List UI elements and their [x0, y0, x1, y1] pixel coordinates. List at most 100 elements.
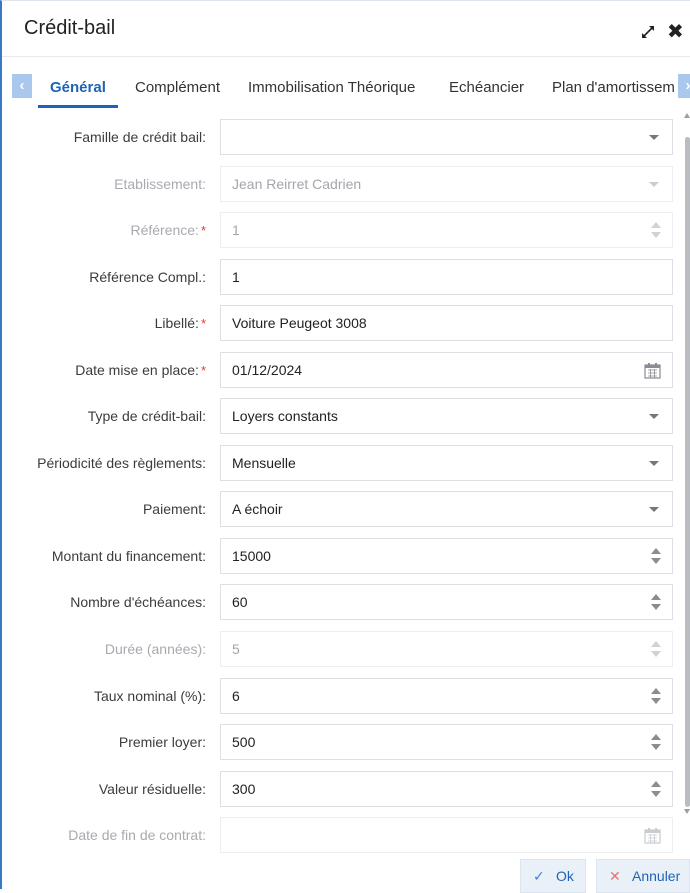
- row-etablissement: Etablissement: Jean Reirret Cadrien: [2, 166, 682, 202]
- row-reference: Référence: * 1: [2, 212, 682, 248]
- tab-plan-amortissement[interactable]: Plan d'amortissem: [552, 79, 675, 96]
- spinner-icon[interactable]: [650, 733, 662, 753]
- date-fin-field: [220, 817, 673, 853]
- tab-bar: ‹ Général Complément Immobilisation Théo…: [2, 57, 690, 108]
- cancel-button[interactable]: ✕ Annuler: [596, 859, 690, 893]
- required-marker: *: [200, 363, 206, 378]
- montant-field[interactable]: 15000: [220, 538, 673, 574]
- chevron-down-icon: [649, 182, 659, 187]
- row-famille: Famille de crédit bail:: [2, 119, 682, 155]
- spinner-icon[interactable]: [650, 687, 662, 707]
- montant-label: Montant du financement:: [51, 548, 206, 564]
- valeur-residuelle-field[interactable]: 300: [220, 771, 673, 807]
- tab-general[interactable]: Général: [50, 79, 106, 96]
- valeur-residuelle-label: Valeur résiduelle:: [98, 781, 206, 797]
- paiement-value: A échoir: [232, 501, 283, 517]
- required-marker: *: [200, 223, 206, 238]
- tab-echeancier[interactable]: Echéancier: [449, 79, 524, 96]
- taux-label: Taux nominal (%):: [93, 688, 206, 704]
- premier-loyer-field[interactable]: 500: [220, 724, 673, 760]
- reference-value: 1: [232, 222, 240, 238]
- spinner-icon[interactable]: [650, 547, 662, 567]
- premier-loyer-label: Premier loyer:: [118, 734, 206, 750]
- date-mise-en-place-value: 01/12/2024: [232, 362, 303, 378]
- row-paiement: Paiement: A échoir: [2, 491, 682, 527]
- reference-compl-value: 1: [232, 269, 240, 285]
- ok-button[interactable]: ✓ Ok: [520, 859, 586, 893]
- dialog-title: Crédit-bail: [24, 17, 116, 39]
- etablissement-label: Etablissement:: [114, 176, 206, 192]
- row-periodicite: Périodicité des règlements: Mensuelle: [2, 445, 682, 481]
- duree-value: 5: [232, 641, 240, 657]
- libelle-field[interactable]: Voiture Peugeot 3008: [220, 305, 673, 341]
- chevron-down-icon[interactable]: [649, 461, 659, 466]
- libelle-label-text: Libellé:: [154, 315, 199, 331]
- type-credit-bail-select[interactable]: Loyers constants: [220, 398, 673, 434]
- row-date-fin: Date de fin de contrat:: [2, 817, 682, 853]
- spinner-icon: [650, 640, 662, 660]
- row-valeur-residuelle: Valeur résiduelle: 300: [2, 771, 682, 807]
- tab-immobilisation-theorique[interactable]: Immobilisation Théorique: [248, 79, 415, 96]
- spinner-icon[interactable]: [650, 780, 662, 800]
- scroll-down-icon[interactable]: [684, 809, 690, 814]
- general-form: Famille de crédit bail: Etablissement: J…: [2, 107, 690, 857]
- nombre-echeances-label: Nombre d'échéances:: [70, 594, 206, 610]
- date-fin-label: Date de fin de contrat:: [68, 827, 206, 843]
- calendar-icon[interactable]: [644, 362, 661, 379]
- nombre-echeances-value: 60: [232, 594, 248, 610]
- libelle-label: Libellé: *: [155, 305, 206, 341]
- libelle-value: Voiture Peugeot 3008: [232, 315, 367, 331]
- etablissement-select: Jean Reirret Cadrien: [220, 166, 673, 202]
- scroll-up-icon[interactable]: [684, 113, 690, 118]
- tab-scroll-left-icon[interactable]: ‹: [12, 74, 32, 98]
- form-scrollbar[interactable]: [683, 113, 690, 853]
- taux-value: 6: [232, 688, 240, 704]
- date-mise-en-place-label: Date mise en place: *: [75, 352, 206, 388]
- taux-field[interactable]: 6: [220, 678, 673, 714]
- close-icon[interactable]: ✖: [667, 22, 684, 42]
- famille-select[interactable]: [220, 119, 673, 155]
- montant-value: 15000: [232, 548, 271, 564]
- dialog-footer: ✓ Ok ✕ Annuler: [2, 857, 690, 893]
- spinner-icon[interactable]: [650, 593, 662, 613]
- duree-field: 5: [220, 631, 673, 667]
- row-libelle: Libellé: * Voiture Peugeot 3008: [2, 305, 682, 341]
- required-marker: *: [200, 316, 206, 331]
- chevron-down-icon[interactable]: [649, 507, 659, 512]
- expand-icon[interactable]: [640, 24, 656, 40]
- close-icon: ✕: [609, 868, 621, 884]
- valeur-residuelle-value: 300: [232, 781, 256, 797]
- reference-compl-field[interactable]: 1: [220, 259, 673, 295]
- row-type-credit-bail: Type de crédit-bail: Loyers constants: [2, 398, 682, 434]
- row-nombre-echeances: Nombre d'échéances: 60: [2, 584, 682, 620]
- type-credit-bail-value: Loyers constants: [232, 408, 338, 424]
- row-duree: Durée (années): 5: [2, 631, 682, 667]
- paiement-label: Paiement:: [142, 501, 206, 517]
- tab-scroll-right-icon[interactable]: ›: [678, 74, 690, 98]
- premier-loyer-value: 500: [232, 734, 256, 750]
- type-credit-bail-label: Type de crédit-bail:: [87, 408, 206, 424]
- tab-complement[interactable]: Complément: [135, 79, 220, 96]
- row-premier-loyer: Premier loyer: 500: [2, 724, 682, 760]
- reference-label: Référence: *: [130, 212, 206, 248]
- paiement-select[interactable]: A échoir: [220, 491, 673, 527]
- check-icon: ✓: [533, 868, 545, 884]
- chevron-down-icon[interactable]: [649, 414, 659, 419]
- reference-compl-label: Référence Compl.:: [89, 269, 206, 285]
- nombre-echeances-field[interactable]: 60: [220, 584, 673, 620]
- reference-label-text: Référence:: [130, 222, 199, 238]
- spinner-icon: [650, 221, 662, 241]
- row-taux: Taux nominal (%): 6: [2, 678, 682, 714]
- duree-label: Durée (années):: [104, 641, 206, 657]
- row-montant: Montant du financement: 15000: [2, 538, 682, 574]
- scrollbar-thumb[interactable]: [685, 137, 690, 807]
- famille-label: Famille de crédit bail:: [73, 129, 206, 145]
- etablissement-value: Jean Reirret Cadrien: [232, 176, 362, 192]
- date-mise-en-place-field[interactable]: 01/12/2024: [220, 352, 673, 388]
- dialog-titlebar: Crédit-bail ✖: [2, 1, 690, 57]
- periodicite-select[interactable]: Mensuelle: [220, 445, 673, 481]
- periodicite-label: Périodicité des règlements:: [37, 455, 206, 471]
- row-date-mise-en-place: Date mise en place: * 01/12/2024: [2, 352, 682, 388]
- chevron-down-icon[interactable]: [649, 135, 659, 140]
- credit-bail-dialog: Crédit-bail ✖ ‹ Général Complément Immob…: [0, 0, 690, 893]
